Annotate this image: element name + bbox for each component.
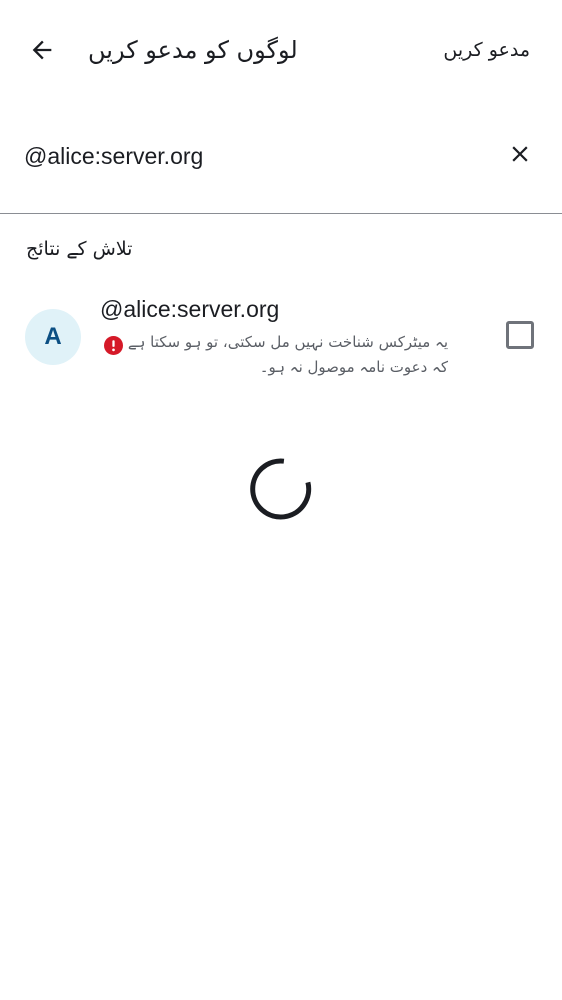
search-field <box>0 122 562 214</box>
select-user-checkbox[interactable] <box>506 321 534 349</box>
clear-search-button[interactable] <box>498 132 542 176</box>
loading-spinner <box>250 458 312 520</box>
list-item[interactable]: A @alice:server.org یہ میٹرکس شناخت نہیں… <box>0 286 562 390</box>
search-input[interactable] <box>24 136 474 176</box>
invite-button[interactable]: مدعو کریں <box>443 34 530 66</box>
invite-people-screen: لوگوں کو مدعو کریں مدعو کریں تلاش کے نتا… <box>0 0 562 1000</box>
unresolved-id-warning: یہ میٹرکس شناخت نہیں مل سکتی، تو ہو سکتا… <box>127 333 448 376</box>
top-app-bar: لوگوں کو مدعو کریں مدعو کریں <box>0 0 562 100</box>
page-title: لوگوں کو مدعو کریں <box>88 36 298 64</box>
arrow-back-icon <box>32 40 52 60</box>
error-icon <box>104 336 123 355</box>
result-user-id: @alice:server.org <box>100 296 280 322</box>
close-icon <box>512 146 528 162</box>
back-button[interactable] <box>18 26 66 74</box>
avatar: A <box>25 309 81 365</box>
search-results-header: تلاش کے نتائج <box>26 238 133 260</box>
